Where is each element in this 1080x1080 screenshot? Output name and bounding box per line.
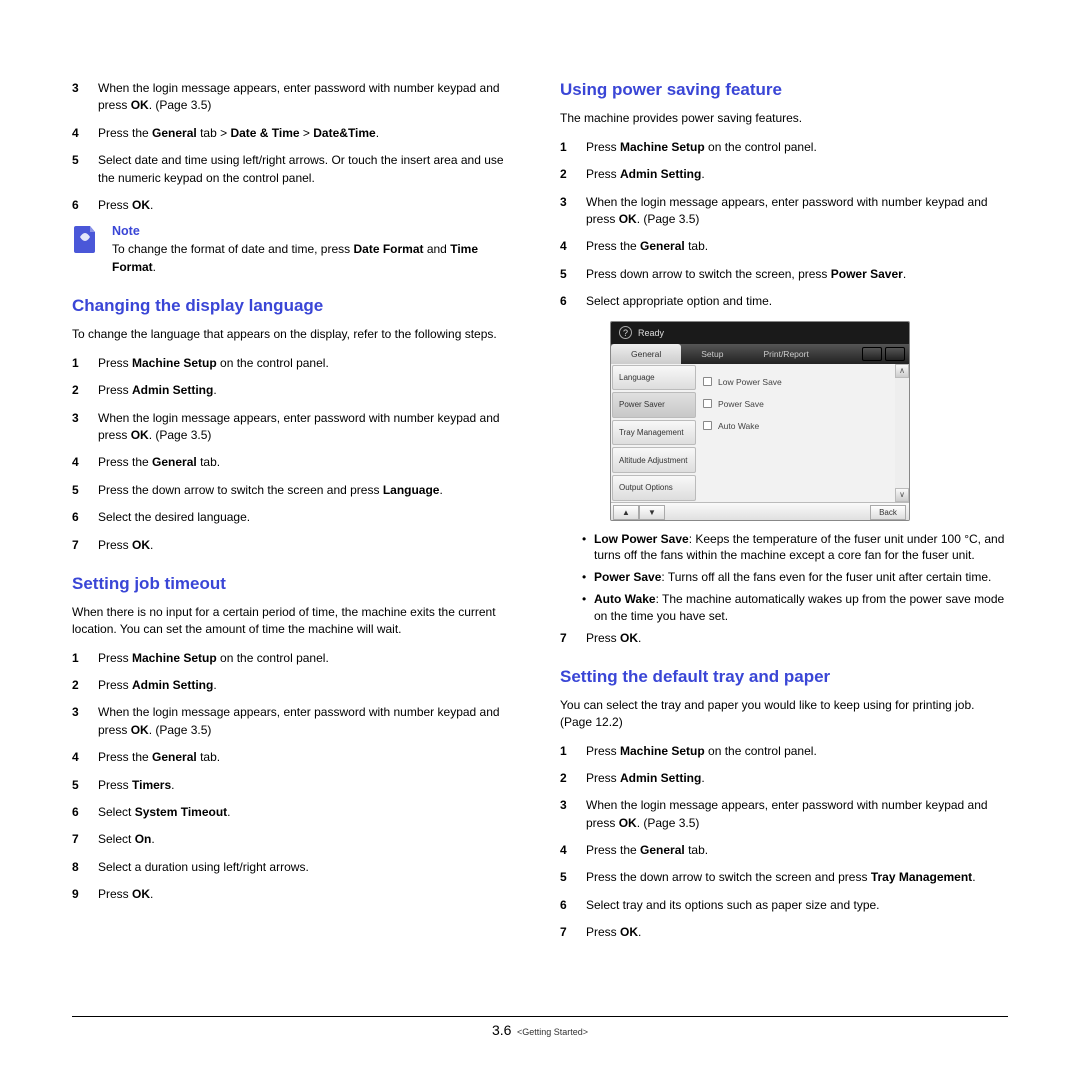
power-bullet: •Low Power Save: Keeps the temperature o… bbox=[560, 531, 1008, 565]
radio-power-save[interactable] bbox=[703, 399, 712, 408]
power-intro: The machine provides power saving featur… bbox=[560, 110, 1008, 127]
help-icon: ? bbox=[619, 326, 632, 339]
pre-steps: 3When the login message appears, enter p… bbox=[72, 80, 520, 214]
power-step: 6Select appropriate option and time. bbox=[560, 293, 1008, 310]
tray-step: 1Press Machine Setup on the control pane… bbox=[560, 743, 1008, 760]
page-up-icon[interactable]: ▲ bbox=[613, 505, 639, 520]
status-text: Ready bbox=[638, 328, 664, 338]
note-text: To change the format of date and time, p… bbox=[112, 241, 520, 276]
tray-step: 7Press OK. bbox=[560, 924, 1008, 941]
side-power-saver[interactable]: Power Saver bbox=[612, 392, 696, 418]
datetime-step: 5Select date and time using left/right a… bbox=[72, 152, 520, 187]
toolbar-button-2[interactable] bbox=[885, 347, 905, 361]
power-bullet: •Auto Wake: The machine automatically wa… bbox=[560, 591, 1008, 625]
radio-low-power-save[interactable] bbox=[703, 377, 712, 386]
timeout-step: 6Select System Timeout. bbox=[72, 804, 520, 821]
left-column: 3When the login message appears, enter p… bbox=[72, 80, 520, 952]
power-step: 2Press Admin Setting. bbox=[560, 166, 1008, 183]
page-footer: 3.6 <Getting Started> bbox=[72, 1016, 1008, 1038]
timeout-step: 2Press Admin Setting. bbox=[72, 677, 520, 694]
power-bullet: •Power Save: Turns off all the fans even… bbox=[560, 569, 1008, 586]
page-down-icon[interactable]: ▼ bbox=[639, 505, 665, 520]
power-step: 7Press OK. bbox=[560, 630, 1008, 647]
power-step: 3When the login message appears, enter p… bbox=[560, 194, 1008, 229]
lang-step: 7Press OK. bbox=[72, 537, 520, 554]
tray-intro: You can select the tray and paper you wo… bbox=[560, 697, 1008, 731]
timeout-step: 1Press Machine Setup on the control pane… bbox=[72, 650, 520, 667]
timeout-step: 3When the login message appears, enter p… bbox=[72, 704, 520, 739]
timeout-step: 8Select a duration using left/right arro… bbox=[72, 859, 520, 876]
radio-auto-wake[interactable] bbox=[703, 421, 712, 430]
power-saver-screenshot: ? Ready General Setup Print/Report Langu… bbox=[610, 321, 910, 521]
lang-step: 3When the login message appears, enter p… bbox=[72, 410, 520, 445]
datetime-step: 6Press OK. bbox=[72, 197, 520, 214]
lang-step: 1Press Machine Setup on the control pane… bbox=[72, 355, 520, 372]
power-step: 1Press Machine Setup on the control pane… bbox=[560, 139, 1008, 156]
side-language[interactable]: Language bbox=[612, 365, 696, 391]
note-block: Note To change the format of date and ti… bbox=[72, 224, 520, 276]
tray-step: 4Press the General tab. bbox=[560, 842, 1008, 859]
tab-setup[interactable]: Setup bbox=[681, 344, 743, 364]
heading-job-timeout: Setting job timeout bbox=[72, 574, 520, 594]
datetime-step: 4Press the General tab > Date & Time > D… bbox=[72, 125, 520, 142]
lang-step: 6Select the desired language. bbox=[72, 509, 520, 526]
right-column: Using power saving feature The machine p… bbox=[560, 80, 1008, 952]
toolbar-button-1[interactable] bbox=[862, 347, 882, 361]
timeout-step: 4Press the General tab. bbox=[72, 749, 520, 766]
tab-print-report[interactable]: Print/Report bbox=[743, 344, 828, 364]
timeout-step: 7Select On. bbox=[72, 831, 520, 848]
note-icon bbox=[72, 224, 102, 276]
scroll-up-icon[interactable]: ∧ bbox=[895, 364, 909, 378]
tray-step: 2Press Admin Setting. bbox=[560, 770, 1008, 787]
power-step: 4Press the General tab. bbox=[560, 238, 1008, 255]
note-title: Note bbox=[112, 224, 520, 238]
tray-step: 6Select tray and its options such as pap… bbox=[560, 897, 1008, 914]
lang-step: 2Press Admin Setting. bbox=[72, 382, 520, 399]
lang-step: 5Press the down arrow to switch the scre… bbox=[72, 482, 520, 499]
tab-general[interactable]: General bbox=[611, 344, 681, 364]
back-button[interactable]: Back bbox=[870, 505, 906, 520]
datetime-step: 3When the login message appears, enter p… bbox=[72, 80, 520, 115]
heading-display-language: Changing the display language bbox=[72, 296, 520, 316]
timeout-intro: When there is no input for a certain per… bbox=[72, 604, 520, 638]
lang-intro: To change the language that appears on t… bbox=[72, 326, 520, 343]
side-altitude-adjustment[interactable]: Altitude Adjustment bbox=[612, 447, 696, 473]
side-output-options[interactable]: Output Options bbox=[612, 475, 696, 501]
side-tray-management[interactable]: Tray Management bbox=[612, 420, 696, 446]
tray-step: 5Press the down arrow to switch the scre… bbox=[560, 869, 1008, 886]
lang-step: 4Press the General tab. bbox=[72, 454, 520, 471]
timeout-step: 5Press Timers. bbox=[72, 777, 520, 794]
heading-power-saving: Using power saving feature bbox=[560, 80, 1008, 100]
scroll-down-icon[interactable]: ∨ bbox=[895, 488, 909, 502]
tray-step: 3When the login message appears, enter p… bbox=[560, 797, 1008, 832]
heading-default-tray: Setting the default tray and paper bbox=[560, 667, 1008, 687]
power-step: 5Press down arrow to switch the screen, … bbox=[560, 266, 1008, 283]
timeout-step: 9Press OK. bbox=[72, 886, 520, 903]
